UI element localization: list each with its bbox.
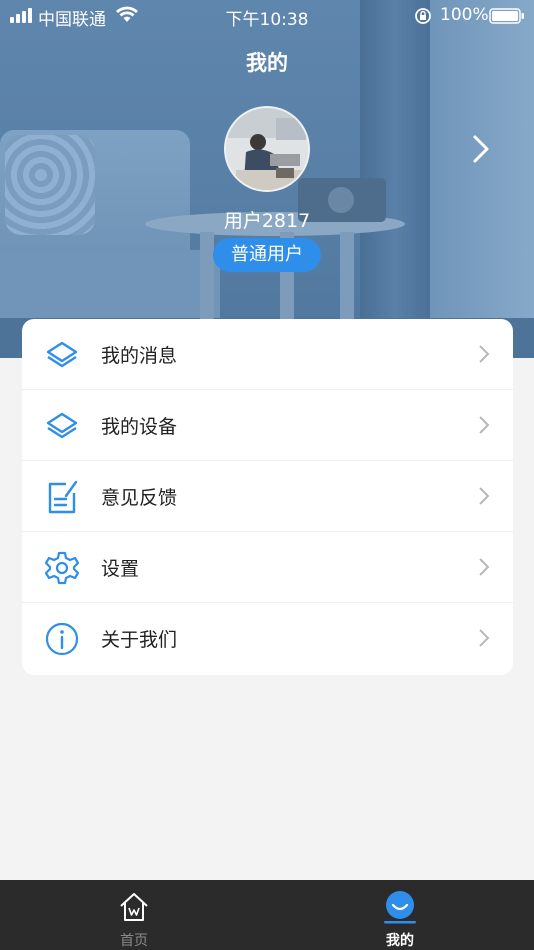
- tab-home[interactable]: 首页: [74, 880, 194, 950]
- chevron-right-icon: [479, 558, 490, 576]
- edit-document-icon: [48, 480, 78, 514]
- battery-percent: 100%: [440, 5, 489, 25]
- tab-label: 首页: [120, 933, 148, 949]
- chevron-right-icon: [479, 629, 490, 647]
- home-icon: [120, 893, 148, 921]
- page-title: 我的: [246, 51, 288, 75]
- info-icon: [45, 622, 79, 656]
- avatar-photo: [226, 108, 308, 190]
- profile-smile-icon: [384, 891, 416, 924]
- tab-bar: 首页 我的: [0, 880, 534, 950]
- status-bar: 中国联通 下午10:38 100%: [0, 0, 534, 30]
- chevron-right-icon: [479, 487, 490, 505]
- rotation-lock-icon: [415, 8, 431, 24]
- chevron-right-icon: [479, 345, 490, 363]
- menu-item-settings[interactable]: 设置: [22, 532, 513, 603]
- menu-item-label: 我的消息: [101, 345, 178, 367]
- layers-icon: [46, 412, 78, 439]
- menu-item-feedback[interactable]: 意见反馈: [22, 461, 513, 532]
- profile-chevron-right-icon[interactable]: [470, 134, 492, 164]
- menu-item-label: 设置: [101, 558, 140, 580]
- tab-mine[interactable]: 我的: [340, 880, 460, 950]
- username: 用户2817: [223, 210, 311, 232]
- chevron-right-icon: [479, 416, 490, 434]
- menu-item-label: 关于我们: [101, 629, 178, 651]
- menu-item-my-devices[interactable]: 我的设备: [22, 390, 513, 461]
- menu-item-about-us[interactable]: 关于我们: [22, 603, 513, 674]
- menu-item-my-messages[interactable]: 我的消息: [22, 319, 513, 390]
- gear-icon: [44, 551, 80, 585]
- layers-icon: [46, 341, 78, 368]
- menu-item-label: 意见反馈: [101, 487, 178, 509]
- menu-card: 我的消息 我的设备 意见反馈 设置 关于我们: [22, 319, 513, 675]
- avatar[interactable]: [224, 106, 310, 192]
- tab-label: 我的: [386, 933, 414, 949]
- user-role-badge: 普通用户: [213, 238, 321, 272]
- menu-item-label: 我的设备: [101, 416, 178, 438]
- battery-icon: [489, 8, 524, 24]
